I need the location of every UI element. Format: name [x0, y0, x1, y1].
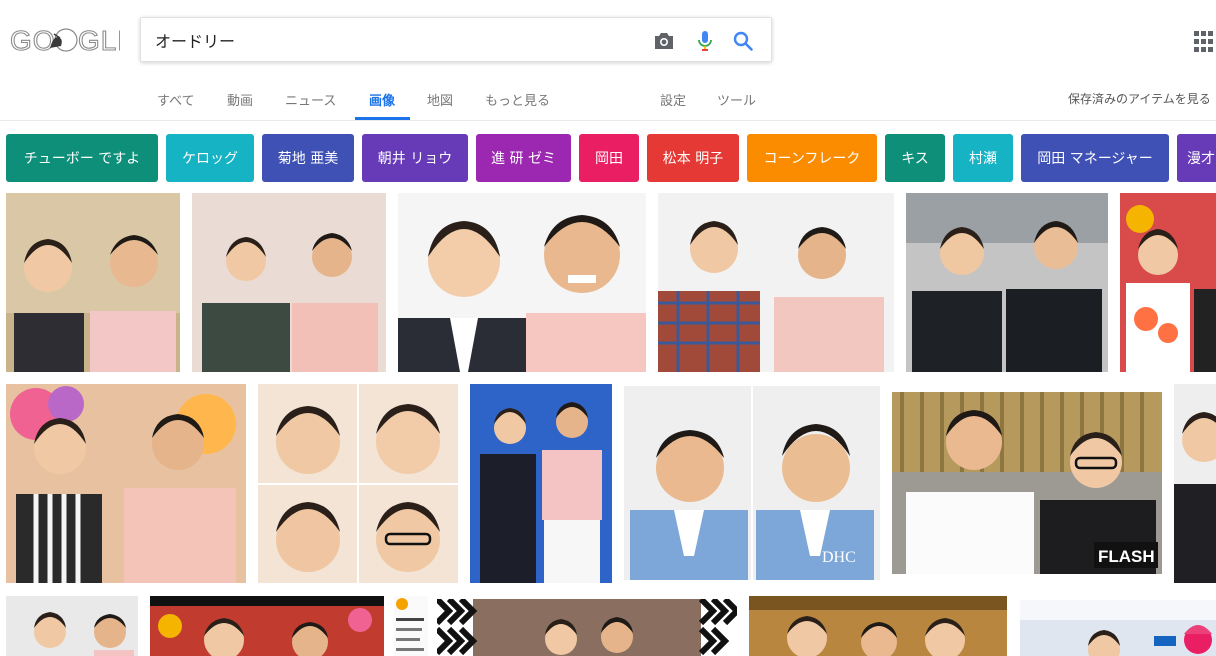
microphone-icon[interactable] [693, 29, 717, 53]
image-result[interactable] [6, 596, 138, 656]
chip-label: 村瀬 [969, 151, 997, 167]
chip-chubo-desuyo[interactable]: チューボー ですよ [6, 134, 158, 182]
chip-label: 菊地 亜美 [277, 151, 339, 167]
tab-settings[interactable]: 設定 [660, 90, 686, 109]
chip-matsumoto-akiko[interactable]: 松本 明子 [647, 134, 739, 182]
tab-all[interactable]: すべて [157, 90, 195, 109]
image-result[interactable] [437, 599, 737, 656]
chip-shinken-zemi[interactable]: 進 研 ゼミ [476, 134, 571, 182]
image-result[interactable] [1120, 193, 1216, 372]
tab-maps[interactable]: 地図 [427, 90, 453, 109]
image-result[interactable] [1020, 600, 1216, 656]
chip-kikuchi-ami[interactable]: 菊地 亜美 [262, 134, 354, 182]
image-result[interactable] [906, 193, 1108, 372]
tab-news[interactable]: ニュース [285, 90, 336, 109]
chip-cornflakes[interactable]: コーンフレーク [747, 134, 877, 182]
tab-more[interactable]: もっと見る [485, 90, 550, 109]
chip-asai-ryo[interactable]: 朝井 リョウ [362, 134, 468, 182]
image-result[interactable] [1174, 384, 1216, 583]
google-logo[interactable]: GO GLE [9, 24, 136, 56]
image-result[interactable] [470, 384, 612, 583]
chip-label: ケロッグ [182, 151, 238, 167]
chip-label: 松本 明子 [662, 151, 724, 167]
chip-label: 岡田 [595, 151, 623, 167]
image-result[interactable] [150, 596, 384, 656]
search-input[interactable] [155, 28, 635, 52]
chip-label: コーンフレーク [763, 151, 861, 167]
image-result[interactable]: FLASH [892, 392, 1162, 574]
chip-manzai[interactable]: 漫才 [1177, 134, 1216, 182]
header: GO GLE [0, 0, 1216, 121]
tab-images[interactable]: 画像 [369, 90, 395, 109]
apps-grid-icon[interactable] [1194, 31, 1216, 53]
chip-label: 岡田 マネージャー [1037, 151, 1153, 167]
flash-logo-text: FLASH [1098, 547, 1155, 566]
tab-tools[interactable]: ツール [717, 90, 756, 109]
search-box[interactable] [140, 17, 772, 62]
chip-murase[interactable]: 村瀬 [953, 134, 1013, 182]
image-result[interactable] [6, 384, 246, 583]
image-result[interactable] [258, 384, 458, 583]
chip-label: 漫才 [1187, 151, 1215, 167]
saved-items-link[interactable]: 保存済みのアイテムを見る [1068, 90, 1211, 107]
image-result[interactable]: DHC [624, 386, 880, 580]
svg-text:GO: GO [10, 25, 56, 56]
active-tab-indicator [355, 117, 410, 120]
tab-videos[interactable]: 動画 [227, 90, 253, 109]
chip-okada[interactable]: 岡田 [579, 134, 639, 182]
chip-label: 進 研 ゼミ [491, 151, 556, 167]
chip-label: キス [901, 151, 929, 167]
image-result[interactable] [658, 193, 894, 372]
chip-label: 朝井 リョウ [377, 151, 453, 167]
chip-kiss[interactable]: キス [885, 134, 945, 182]
image-result[interactable] [398, 193, 646, 372]
image-result[interactable] [6, 193, 180, 372]
image-result[interactable] [192, 193, 386, 372]
camera-icon[interactable] [652, 29, 676, 53]
dhc-watermark-text: DHC [822, 549, 856, 566]
svg-text:GLE: GLE [78, 25, 120, 56]
image-result[interactable] [394, 596, 428, 656]
chip-kellogg[interactable]: ケロッグ [166, 134, 254, 182]
image-result[interactable] [749, 596, 1007, 656]
search-icon[interactable] [731, 29, 755, 53]
search-tabs: すべて 動画 ニュース 画像 地図 もっと見る 設定 ツール 保存済みのアイテム… [0, 80, 1216, 121]
chip-okada-manager[interactable]: 岡田 マネージャー [1021, 134, 1169, 182]
related-chips: チューボー ですよ ケロッグ 菊地 亜美 朝井 リョウ 進 研 ゼミ 岡田 松本… [0, 134, 1216, 183]
chip-label: チューボー ですよ [23, 151, 141, 167]
